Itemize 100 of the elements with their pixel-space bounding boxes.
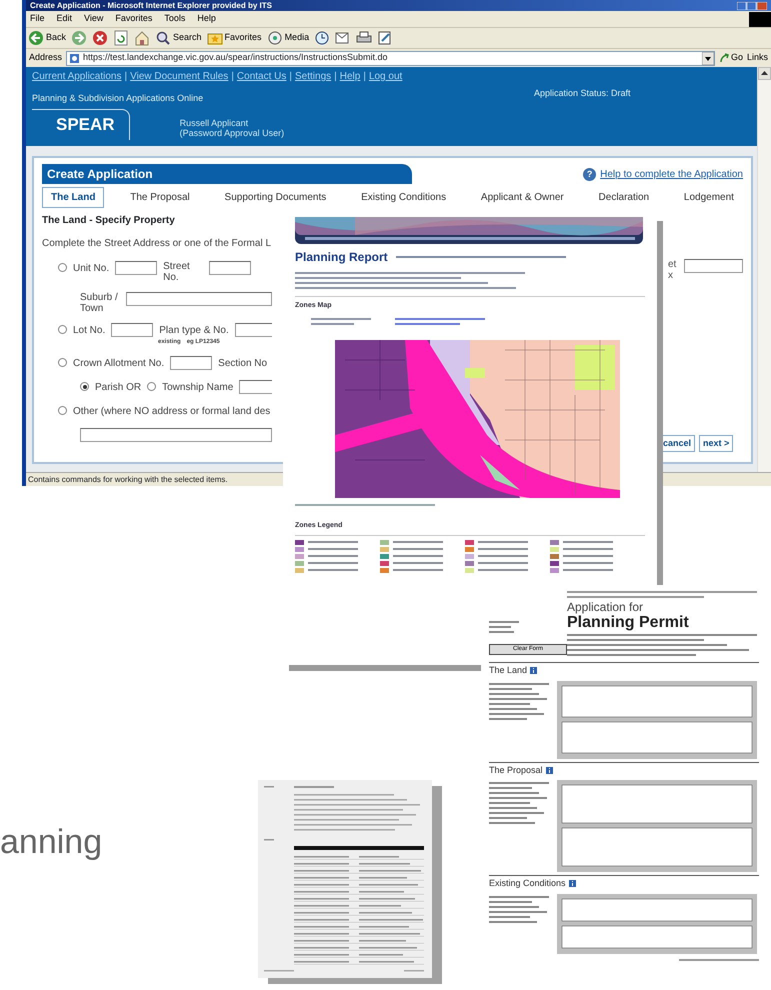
text-lines-drawing [489,780,549,827]
page-icon [69,52,80,64]
nav-link[interactable]: Help [340,71,360,82]
help-link[interactable]: Help to complete the Application [600,166,743,182]
nav-link[interactable]: Settings [295,71,332,82]
help-icon[interactable]: ? [583,168,596,180]
radio-button[interactable] [58,263,67,272]
toolbar-button[interactable] [314,30,330,46]
toolbar-button[interactable]: Media [266,30,310,46]
tab[interactable]: The Proposal [121,187,199,208]
section-heading: The Land [489,664,528,677]
form-title: Planning Permit [567,614,690,632]
menu-item[interactable]: View [84,12,104,26]
forward-arrow-icon [71,30,88,46]
form-title: Application for [567,601,644,614]
tab[interactable]: Declaration [590,187,658,208]
tab[interactable]: Lodgement [674,187,743,208]
history-icon [314,30,330,46]
input-field[interactable] [209,261,252,275]
info-icon [530,667,538,674]
field-label: x [668,270,674,281]
toolbar-button[interactable] [377,30,394,46]
radio-button[interactable] [58,406,67,415]
toolbar-button[interactable]: Back [28,30,66,46]
link-separator: | [124,71,128,82]
toolbar-button[interactable] [134,30,150,46]
radio-button[interactable] [147,382,156,391]
radio-button[interactable] [58,358,67,367]
edit-icon [377,30,394,46]
text-lines-drawing [489,619,519,636]
input-field[interactable] [170,356,212,370]
tab[interactable]: The Land [42,187,104,208]
section-title: The Land - Specify Property [42,214,176,228]
site-logo: SPEAR [32,108,130,140]
menu-item[interactable]: Favorites [115,12,152,26]
toolbar-button[interactable]: Favorites [206,30,262,46]
info-icon [546,766,553,774]
address-field[interactable]: https://test.landexchange.vic.gov.au/spear/instructions/InstructionsSubmit.do [66,50,715,66]
link-separator: | [334,71,337,82]
nav-link[interactable]: Contact Us [236,71,286,82]
refresh-icon [113,30,130,46]
media-icon [266,30,283,46]
text-lines-drawing [311,316,371,328]
window-title: Create Application - Microsoft Internet Explorer provided by ITS [30,0,272,10]
window-controls-icon [737,2,767,10]
text-lines-drawing [489,680,549,722]
toolbar-button[interactable]: Search [155,30,202,46]
user-role: (Password Approval User) [180,128,284,138]
text-lines-drawing [489,894,549,926]
scrollbar[interactable] [757,67,771,472]
dropdown-arrow-icon[interactable] [702,52,714,64]
input-field[interactable] [239,380,272,394]
toolbar-button[interactable] [113,30,130,46]
stop-icon [92,30,108,46]
go-button[interactable]: Go [718,51,743,65]
input-field[interactable] [684,259,743,273]
radio-button[interactable] [80,382,89,391]
field-label: et [668,259,676,270]
menu-item[interactable]: Tools [164,12,186,26]
field-label: Suburb / Town [80,292,119,314]
application-status: Application Status: Draft [534,87,631,100]
instructions-text: Complete the Street Address or one of the Formal L [42,237,272,251]
tab[interactable]: Supporting Documents [216,187,336,208]
next-button[interactable]: next > [699,434,734,452]
field-label: Unit No. [73,262,110,276]
input-field[interactable] [126,292,272,306]
nav-link[interactable]: View Document Rules [130,71,228,82]
field-label: Township Name [162,381,234,395]
address-label: Address [29,51,62,64]
go-arrow-icon [718,53,729,63]
link-separator: | [231,71,234,82]
nav-link[interactable]: Log out [368,71,402,82]
scroll-up-icon[interactable] [758,67,771,80]
field-label: Street No. [163,261,191,283]
input-field[interactable] [115,261,158,275]
menu-item[interactable]: Help [197,12,216,26]
radio-button[interactable] [58,325,67,334]
mail-icon [335,30,352,46]
input-field[interactable] [111,323,154,337]
toolbar-button[interactable] [335,30,352,46]
field-label: Section No [218,357,268,371]
site-subtitle: Planning & Subdivision Applications Online [32,92,204,105]
menu-item[interactable]: Edit [56,12,72,26]
field-label: Crown Allotment No. [73,357,164,371]
section-heading: The Proposal [489,764,543,777]
tab[interactable]: Applicant & Owner [472,187,573,208]
input-field[interactable] [234,323,272,337]
toolbar-button[interactable] [92,30,108,46]
tab[interactable]: Existing Conditions [352,187,456,208]
field-label: Other (where NO address or formal land des [73,405,270,419]
search-icon [155,30,172,46]
menu-item[interactable]: File [30,12,45,26]
nav-link[interactable]: Current Applications [32,71,122,82]
home-icon [134,30,150,46]
windows-logo-icon [749,12,771,26]
slide-title: anning [0,822,102,862]
input-field[interactable] [80,428,272,442]
field-label: Plan type & No. [159,324,229,338]
panel-title: Create Application [42,164,412,184]
links-button[interactable]: Links [746,51,768,65]
